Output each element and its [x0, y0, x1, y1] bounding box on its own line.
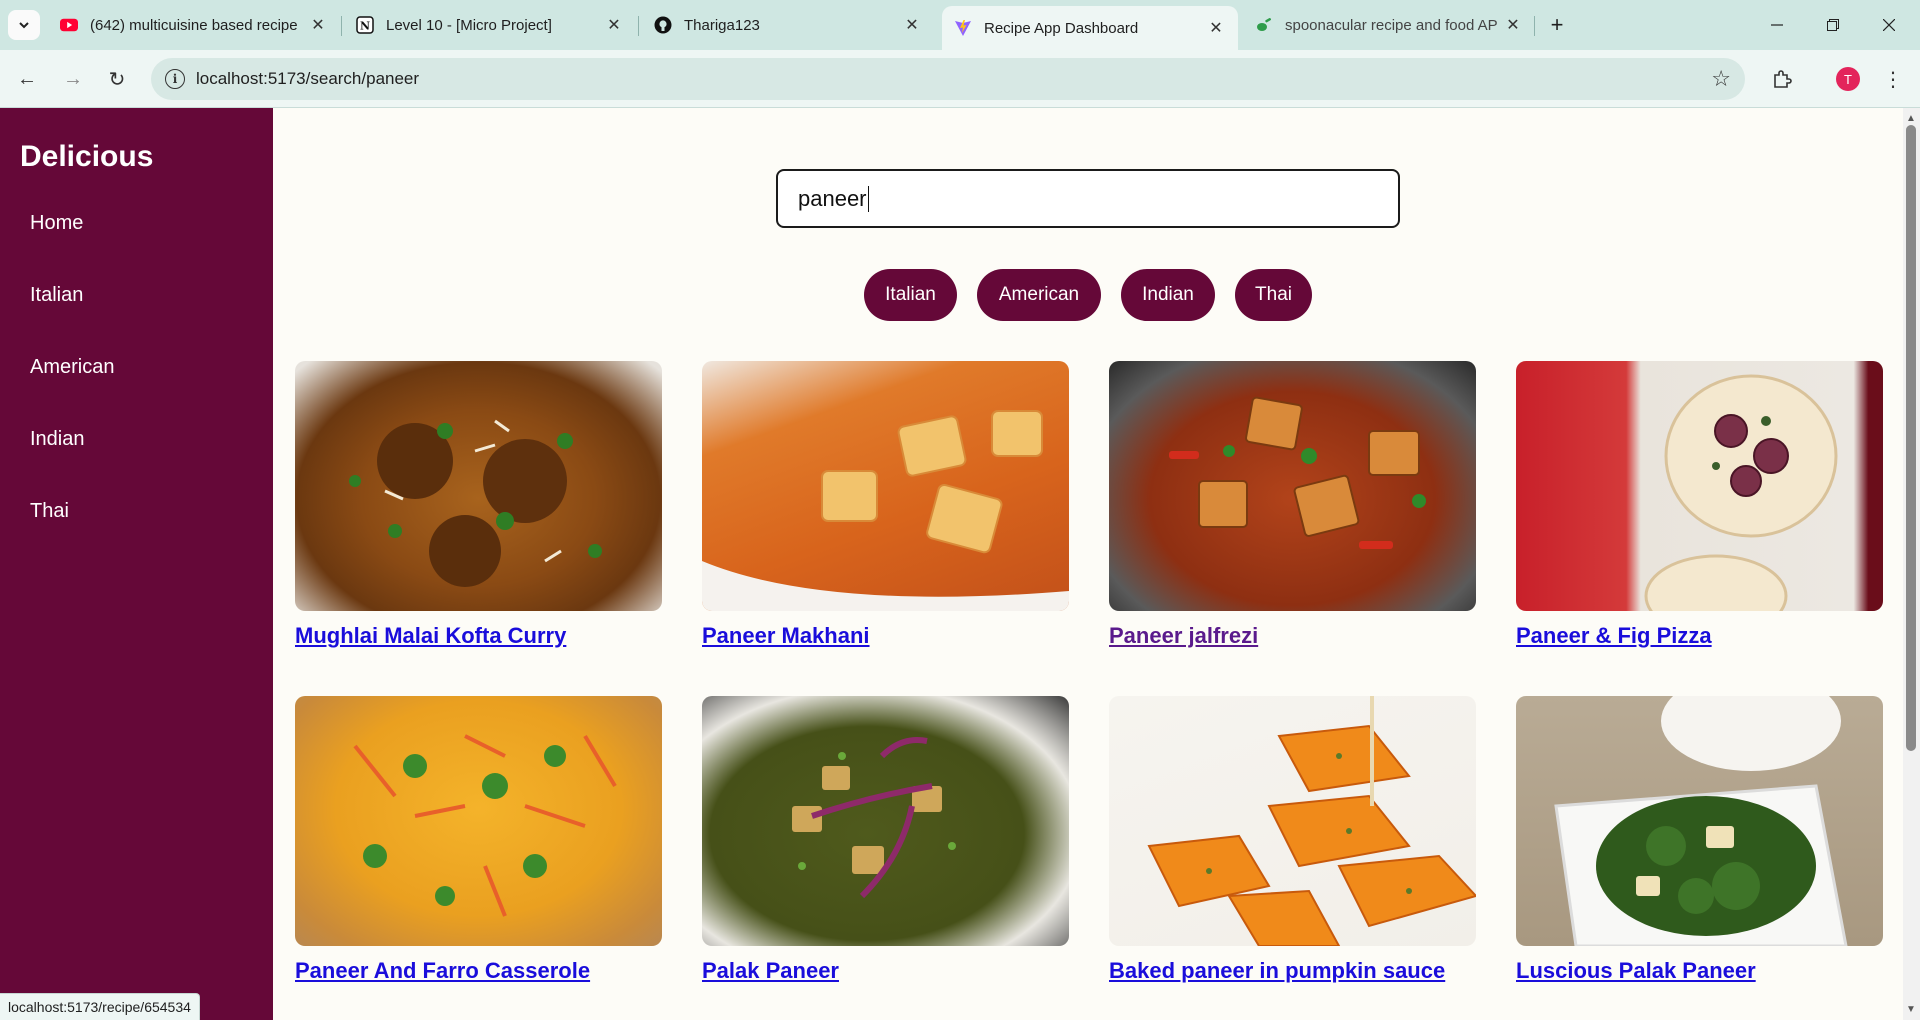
brand-logo-text[interactable]: Delicious — [20, 140, 153, 174]
sidebar: Delicious Home Italian American Indian T… — [0, 108, 273, 1020]
recipe-card[interactable]: Luscious Palak Paneer — [1516, 696, 1883, 983]
close-icon[interactable]: ✕ — [308, 15, 328, 35]
tab-title: spoonacular recipe and food AP — [1285, 16, 1498, 34]
close-icon[interactable]: ✕ — [1206, 18, 1226, 38]
main-content: paneer Italian American Indian Thai Mugh… — [273, 108, 1903, 1020]
svg-text:N: N — [360, 20, 370, 33]
browser-toolbar: ← → ↻ i localhost:5173/search/paneer ☆ — [0, 50, 1920, 108]
tab-separator — [1534, 16, 1535, 36]
recipe-image-paneer-jalfrezi[interactable] — [1109, 361, 1476, 611]
recipe-card[interactable]: Baked paneer in pumpkin sauce — [1109, 696, 1476, 983]
tab-title: Thariga123 — [684, 16, 760, 34]
recipe-image-paneer-farro-casserole[interactable] — [295, 696, 662, 946]
reload-button[interactable]: ↻ — [100, 62, 134, 96]
scrollbar-thumb[interactable] — [1906, 125, 1916, 751]
browser-menu-button[interactable]: ⋮ — [1878, 62, 1908, 96]
bookmark-star-icon[interactable]: ☆ — [1711, 66, 1731, 92]
address-bar[interactable]: i localhost:5173/search/paneer ☆ — [151, 58, 1745, 100]
close-icon[interactable]: ✕ — [1503, 15, 1523, 35]
extensions-button[interactable] — [1765, 62, 1799, 96]
vite-icon — [954, 19, 972, 37]
plus-icon: + — [1550, 12, 1564, 37]
scroll-up-arrow-icon[interactable]: ▲ — [1906, 113, 1916, 124]
notion-icon: N — [356, 16, 374, 34]
restore-icon — [1827, 19, 1839, 31]
tab-title: Level 10 - [Micro Project] — [386, 16, 552, 34]
recipe-card[interactable]: Paneer Makhani — [702, 361, 1069, 648]
search-input[interactable]: paneer — [776, 169, 1400, 228]
recipe-title-link[interactable]: Paneer jalfrezi — [1109, 623, 1258, 649]
browser-tab-strip: (642) multicuisine based recipe ✕ N Leve… — [0, 0, 1920, 50]
recipe-card[interactable]: Paneer & Fig Pizza — [1516, 361, 1883, 648]
spoonacular-icon — [1255, 16, 1273, 34]
recipe-image-baked-paneer-pumpkin[interactable] — [1109, 696, 1476, 946]
restore-button[interactable] — [1810, 8, 1856, 42]
cuisine-chip-american[interactable]: American — [977, 269, 1101, 321]
sidebar-item-american[interactable]: American — [30, 356, 114, 379]
recipe-card[interactable]: Paneer And Farro Casserole — [295, 696, 662, 983]
recipe-card[interactable]: Paneer jalfrezi — [1109, 361, 1476, 648]
arrow-left-icon: ← — [17, 67, 37, 90]
browser-tab-recipe-app[interactable]: Recipe App Dashboard ✕ — [942, 6, 1238, 50]
recipe-image-kofta-curry[interactable] — [295, 361, 662, 611]
puzzle-icon — [1774, 70, 1792, 88]
recipe-title-link[interactable]: Palak Paneer — [702, 958, 839, 984]
back-button[interactable]: ← — [10, 62, 44, 96]
browser-tab-spoonacular[interactable]: spoonacular recipe and food AP ✕ — [1243, 6, 1535, 44]
new-tab-button[interactable]: + — [1542, 10, 1572, 40]
github-icon — [654, 16, 672, 34]
scroll-down-arrow-icon[interactable]: ▼ — [1906, 1004, 1916, 1015]
cuisine-chip-thai[interactable]: Thai — [1235, 269, 1312, 321]
recipe-title-link[interactable]: Baked paneer in pumpkin sauce — [1109, 958, 1445, 984]
sidebar-item-indian[interactable]: Indian — [30, 428, 85, 451]
recipe-image-paneer-makhani[interactable] — [702, 361, 1069, 611]
tab-separator — [638, 16, 639, 36]
youtube-icon — [60, 16, 78, 34]
more-vertical-icon: ⋮ — [1883, 68, 1903, 91]
forward-button[interactable]: → — [56, 62, 90, 96]
arrow-right-icon: → — [63, 67, 83, 90]
tab-separator — [341, 16, 342, 36]
recipe-image-paneer-fig-pizza[interactable] — [1516, 361, 1883, 611]
recipe-card[interactable]: Palak Paneer — [702, 696, 1069, 983]
cuisine-chip-indian[interactable]: Indian — [1121, 269, 1215, 321]
recipe-title-link[interactable]: Mughlai Malai Kofta Curry — [295, 623, 566, 649]
recipe-image-palak-paneer[interactable] — [702, 696, 1069, 946]
browser-tab-github[interactable]: Thariga123 ✕ — [642, 6, 934, 44]
recipe-card[interactable]: Mughlai Malai Kofta Curry — [295, 361, 662, 648]
tab-title: (642) multicuisine based recipe — [90, 16, 298, 34]
close-icon — [1883, 19, 1895, 31]
text-caret — [867, 185, 869, 212]
sidebar-item-thai[interactable]: Thai — [30, 500, 69, 523]
link-status-bar: localhost:5173/recipe/654534 — [0, 993, 200, 1020]
profile-avatar[interactable]: T — [1836, 67, 1860, 91]
tab-search-button[interactable] — [8, 10, 40, 40]
search-input-value: paneer — [798, 185, 867, 211]
sidebar-item-home[interactable]: Home — [30, 212, 83, 235]
sidebar-item-italian[interactable]: Italian — [30, 284, 83, 307]
address-url[interactable]: localhost:5173/search/paneer — [196, 69, 419, 89]
site-info-icon[interactable]: i — [165, 69, 185, 89]
browser-tab-youtube[interactable]: (642) multicuisine based recipe ✕ — [48, 6, 340, 44]
tab-title: Recipe App Dashboard — [984, 19, 1139, 37]
browser-tab-notion[interactable]: N Level 10 - [Micro Project] ✕ — [344, 6, 636, 44]
close-icon[interactable]: ✕ — [902, 15, 922, 35]
close-window-button[interactable] — [1866, 8, 1912, 42]
recipe-image-luscious-palak-paneer[interactable] — [1516, 696, 1883, 946]
close-icon[interactable]: ✕ — [604, 15, 624, 35]
minimize-icon — [1771, 24, 1783, 26]
minimize-button[interactable] — [1754, 8, 1800, 42]
cuisine-chip-italian[interactable]: Italian — [864, 269, 957, 321]
reload-icon: ↻ — [108, 68, 126, 91]
recipe-title-link[interactable]: Paneer & Fig Pizza — [1516, 623, 1712, 649]
recipe-title-link[interactable]: Luscious Palak Paneer — [1516, 958, 1756, 984]
chevron-down-icon — [19, 22, 29, 29]
recipe-title-link[interactable]: Paneer And Farro Casserole — [295, 958, 590, 984]
recipe-title-link[interactable]: Paneer Makhani — [702, 623, 870, 649]
